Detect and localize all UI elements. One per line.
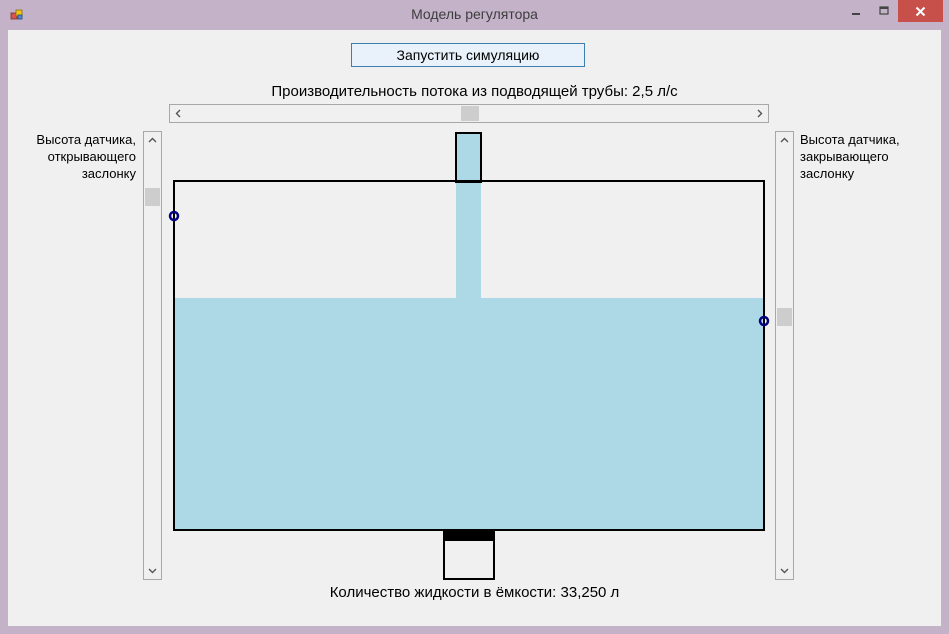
close-button[interactable] (898, 0, 943, 22)
window-title: Модель регулятора (411, 6, 538, 22)
minimize-icon (852, 13, 860, 15)
tank-diagram (168, 132, 770, 580)
inflow-pipe (455, 132, 482, 183)
close-icon (915, 6, 926, 16)
inflow-stream (456, 182, 481, 298)
drain-valve (444, 532, 494, 541)
title-bar[interactable]: Модель регулятора (0, 0, 949, 30)
maximize-icon (879, 6, 889, 15)
tank-water (175, 298, 764, 530)
client-area: Запустить симуляцию Производительность п… (8, 30, 941, 626)
liquid-volume-label: Количество жидкости в ёмкости: 33,250 л (329, 584, 620, 601)
app-window: Модель регулятора Запустить симуляцию Пр… (0, 0, 949, 634)
minimize-button[interactable] (842, 0, 870, 22)
maximize-button[interactable] (870, 0, 898, 22)
